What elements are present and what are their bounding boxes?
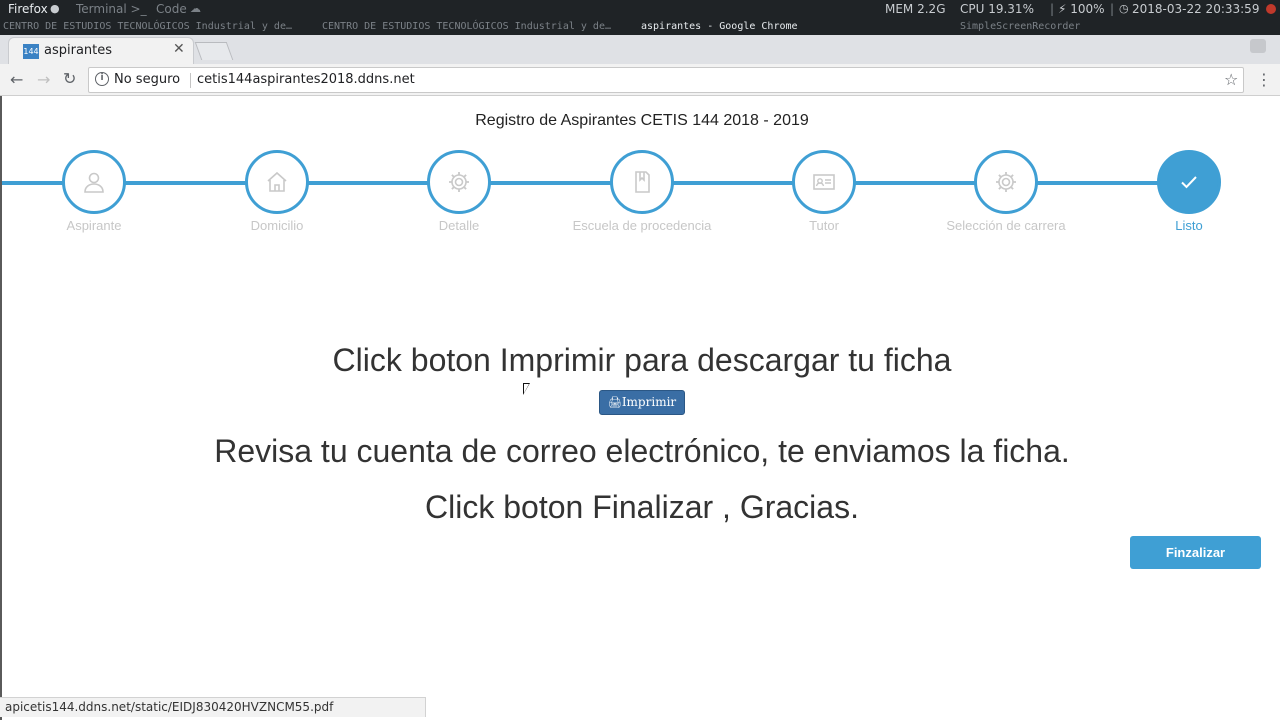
panel-app-terminal[interactable]: Terminal >_ [76,0,147,18]
panel-window-2[interactable]: CENTRO DE ESTUDIOS TECNOLÓGICOS Industri… [322,18,611,35]
firefox-icon: ● [50,2,60,15]
panel-cpu: CPU 19.31% [960,2,1034,16]
url-text[interactable]: cetis144aspirantes2018.ddns.net [197,72,415,87]
step-circle[interactable] [245,150,309,214]
home-icon [267,171,287,192]
panel-separator: | [1050,2,1055,16]
step-circle[interactable] [974,150,1038,214]
clock-icon: ◷ [1119,2,1129,15]
email-notice: Revisa tu cuenta de correo electrónico, … [214,433,1070,469]
back-arrow-icon[interactable]: ← [10,72,23,88]
bookmark-star-icon[interactable]: ☆ [1224,70,1238,89]
user-icon [84,172,104,193]
panel-app-code[interactable]: Code [156,0,187,18]
profile-icon[interactable] [1250,39,1266,53]
reload-icon[interactable]: ↻ [63,71,76,87]
wizard-stepper: Aspirante Domicilio Detalle Escuela de p… [2,148,1280,238]
print-instruction: Click boton Imprimir para descargar tu f… [332,342,952,378]
forward-arrow-icon[interactable]: → [37,72,50,88]
menu-kebab-icon[interactable]: ⋮ [1256,72,1272,88]
address-separator [190,73,191,88]
print-button[interactable]: 🖨Imprimir [599,390,685,415]
step-circle[interactable] [792,150,856,214]
status-bar-url: apicetis144.ddns.net/static/EIDJ830420HV… [0,697,426,717]
print-button-label: Imprimir [621,395,677,409]
finish-instruction: Click boton Finalizar , Gracias. [425,489,859,525]
tab-aspirantes[interactable]: 144 aspirantes ✕ [8,37,194,64]
tab-title: aspirantes [44,43,113,58]
panel-battery: ⚡ 100% [1058,2,1105,16]
panel-mem: MEM 2.2G [885,2,946,16]
page-title: Registro de Aspirantes CETIS 144 2018 - … [475,112,809,129]
finish-button[interactable]: Finzalizar [1130,536,1261,569]
printer-icon: 🖨 [607,396,622,409]
step-label: Detalle [438,218,480,233]
gear-icon [996,172,1016,192]
step-circle-active[interactable] [1157,150,1221,214]
tab-close-icon[interactable]: ✕ [173,41,185,57]
info-icon[interactable]: i [95,72,109,86]
web-page: Registro de Aspirantes CETIS 144 2018 - … [0,96,1280,720]
step-circle[interactable] [427,150,491,214]
gear-icon [449,172,469,192]
panel-separator: | [1110,2,1115,16]
panel-datetime: 2018-03-22 20:33:59 [1132,2,1260,16]
favicon-icon: 144 [23,44,39,59]
step-label: Escuela de procedencia [572,218,712,233]
security-label[interactable]: No seguro [114,72,180,87]
step-label: Selección de carrera [946,218,1066,233]
mouse-cursor-icon [523,383,530,395]
panel-app-firefox[interactable]: Firefox [8,0,48,18]
cloud-icon: ☁ [190,2,201,15]
record-indicator-icon[interactable] [1266,4,1276,14]
step-circle[interactable] [610,150,674,214]
panel-window-1[interactable]: CENTRO DE ESTUDIOS TECNOLÓGICOS Industri… [3,18,292,35]
step-label: Listo [1175,218,1203,233]
desktop-panel: Firefox ● Terminal >_ Code ☁ MEM 2.2G CP… [0,0,1280,35]
panel-window-recorder[interactable]: SimpleScreenRecorder [960,18,1080,35]
address-bar[interactable]: i No seguro cetis144aspirantes2018.ddns.… [88,67,1244,93]
new-tab-button[interactable] [194,42,234,60]
book-icon [635,171,650,193]
id-card-icon [813,174,835,190]
panel-window-active[interactable]: aspirantes - Google Chrome [641,18,798,35]
step-label: Aspirante [66,218,122,233]
check-icon [1181,176,1197,189]
step-circle[interactable] [62,150,126,214]
step-label: Tutor [809,218,839,233]
step-label: Domicilio [250,218,304,233]
